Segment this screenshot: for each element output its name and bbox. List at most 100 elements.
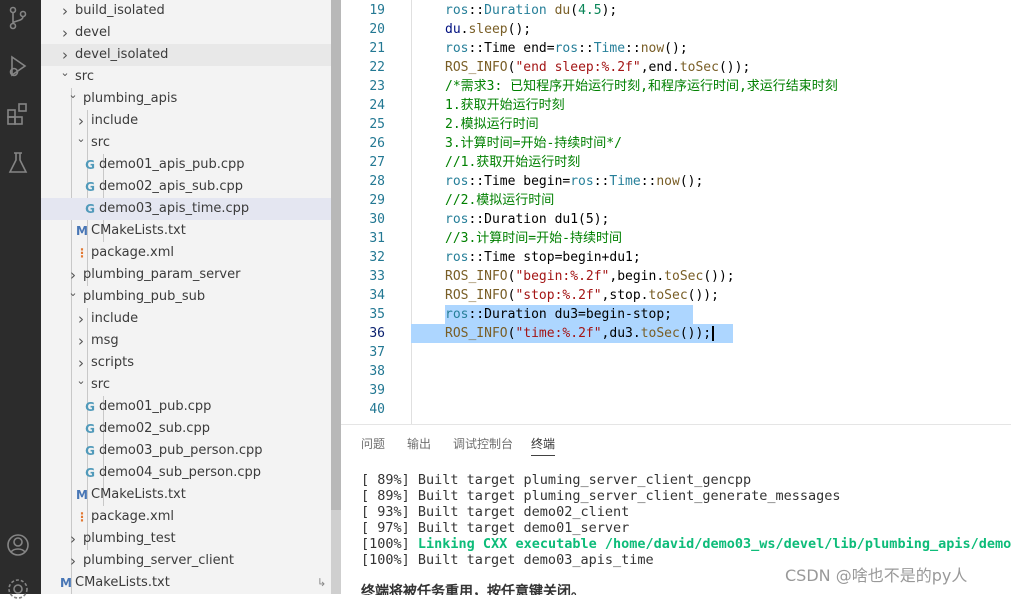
explorer-folder-row[interactable]: ⌄ plumbing_apis: [41, 88, 341, 110]
explorer-item-label: demo02_apis_sub.cpp: [99, 179, 244, 194]
explorer-folder-row[interactable]: › devel_isolated: [41, 44, 341, 66]
sidebar-scrollbar-thumb[interactable]: [331, 0, 341, 510]
explorer-folder-row[interactable]: › include: [41, 308, 341, 330]
code-token: (: [570, 3, 579, 18]
code-token: ::Time begin=: [468, 174, 571, 189]
explorer-folder-row[interactable]: › msg: [41, 330, 341, 352]
panel-tab[interactable]: 输出: [407, 433, 431, 455]
code-line[interactable]: 28 ros::Time begin=ros::Time::now();: [341, 172, 1011, 191]
code-text: ROS_INFO("stop:%.2f",stop.toSec());: [445, 286, 719, 305]
code-line[interactable]: 22 ROS_INFO("end sleep:%.2f",end.toSec())…: [341, 58, 1011, 77]
code-text: /*需求3: 已知程序开始运行时刻,和程序运行时间,求运行结束时刻: [445, 77, 838, 96]
code-token: "end sleep:%.2f": [515, 60, 641, 75]
code-editor[interactable]: 19 ros::Duration du(4.5); 20 du.sleep(); 21 r…: [341, 0, 1011, 424]
chevron-down-icon[interactable]: ⌄: [67, 84, 79, 106]
explorer-folder-row[interactable]: › plumbing_test: [41, 528, 341, 550]
code-line[interactable]: 21 ros::Time end=ros::Time::now();: [341, 39, 1011, 58]
code-line[interactable]: 29 //2.模拟运行时间: [341, 191, 1011, 210]
code-token: ros: [445, 307, 469, 322]
account-icon[interactable]: [5, 532, 31, 558]
code-token: Time: [609, 174, 641, 189]
code-text: ros::Duration du(4.5);: [445, 1, 617, 20]
explorer-folder-row[interactable]: › devel: [41, 22, 341, 44]
settings-icon[interactable]: [5, 576, 31, 602]
explorer-folder-row[interactable]: ⌄ src: [41, 374, 341, 396]
code-line[interactable]: 33 ROS_INFO("begin:%.2f",begin.toSec());: [341, 267, 1011, 286]
code-token: /*需求3: 已知程序开始运行时刻,和程序运行时间,求运行结束时刻: [445, 79, 838, 94]
explorer-item-label: src: [91, 135, 110, 150]
explorer-file-row[interactable]: Gdemo01_apis_pub.cpp: [41, 154, 341, 176]
explorer-file-row[interactable]: Gdemo03_pub_person.cpp: [41, 440, 341, 462]
explorer-file-row[interactable]: M CMakeLists.txt: [41, 220, 341, 242]
chevron-right-icon[interactable]: ›: [59, 0, 71, 22]
line-number: 37: [369, 345, 385, 360]
chevron-right-icon[interactable]: ›: [67, 528, 79, 550]
chevron-right-icon[interactable]: ›: [75, 308, 87, 330]
code-text: ros::Time end=ros::Time::now();: [445, 39, 688, 58]
code-token: ());: [703, 269, 735, 284]
source-control-icon[interactable]: [5, 5, 31, 31]
chevron-down-icon[interactable]: ⌄: [75, 128, 87, 150]
explorer-folder-row[interactable]: › plumbing_server_client: [41, 550, 341, 572]
chevron-down-icon[interactable]: ⌄: [67, 282, 79, 304]
cpp-file-icon: G: [85, 180, 95, 194]
explorer-folder-row[interactable]: ⌄ src: [41, 132, 341, 154]
code-line[interactable]: 37: [341, 343, 1011, 362]
explorer-item-label: demo02_sub.cpp: [99, 421, 210, 436]
text-cursor: [712, 326, 715, 341]
code-line[interactable]: 25 2.模拟运行时间: [341, 115, 1011, 134]
code-token: ROS_INFO: [445, 269, 508, 284]
explorer-folder-row[interactable]: ⌄ src: [41, 66, 341, 88]
code-line[interactable]: 27 //1.获取开始运行时刻: [341, 153, 1011, 172]
code-line[interactable]: 26 3.计算时间=开始-持续时间*/: [341, 134, 1011, 153]
terminal-text: [ 97%] Built target demo01_server: [361, 520, 630, 536]
code-line[interactable]: 40: [341, 400, 1011, 419]
run-debug-icon[interactable]: [5, 53, 31, 79]
chevron-down-icon[interactable]: ⌄: [75, 370, 87, 392]
code-token: sleep: [468, 22, 508, 37]
explorer-file-row[interactable]: Gdemo04_sub_person.cpp: [41, 462, 341, 484]
extensions-icon[interactable]: [5, 101, 31, 127]
explorer-folder-row[interactable]: › build_isolated: [41, 0, 341, 22]
chevron-right-icon[interactable]: ›: [59, 22, 71, 44]
code-line[interactable]: 23 /*需求3: 已知程序开始运行时刻,和程序运行时间,求运行结束时刻: [341, 77, 1011, 96]
panel-tab[interactable]: 终端: [531, 433, 556, 456]
code-text: //2.模拟运行时间: [445, 191, 554, 210]
code-token: ROS_INFO: [445, 60, 508, 75]
code-token: ros: [445, 250, 469, 265]
terminal-progress: [100%]: [361, 536, 418, 552]
explorer-folder-row[interactable]: ⌄ plumbing_pub_sub: [41, 286, 341, 308]
code-line[interactable]: 31 //3.计算时间=开始-持续时间: [341, 229, 1011, 248]
explorer-file-row[interactable]: Gdemo01_pub.cpp: [41, 396, 341, 418]
code-line[interactable]: 30 ros::Duration du1(5);: [341, 210, 1011, 229]
code-token: ::Duration du3=begin-stop;: [468, 307, 672, 322]
explorer-folder-row[interactable]: › plumbing_param_server: [41, 264, 341, 286]
chevron-right-icon[interactable]: ›: [75, 330, 87, 352]
explorer-file-row[interactable]: ⋮ package.xml: [41, 506, 341, 528]
explorer-file-row[interactable]: Gdemo03_apis_time.cpp: [41, 198, 341, 220]
code-token: ,end.: [640, 60, 680, 75]
line-number: 29: [369, 193, 385, 208]
explorer-file-row[interactable]: M CMakeLists.txt: [41, 484, 341, 506]
code-line[interactable]: 19 ros::Duration du(4.5);: [341, 1, 1011, 20]
explorer-file-row[interactable]: ⋮ package.xml: [41, 242, 341, 264]
chevron-down-icon[interactable]: ⌄: [59, 62, 71, 84]
code-line[interactable]: 32 ros::Time stop=begin+du1;: [341, 248, 1011, 267]
code-line[interactable]: 39: [341, 381, 1011, 400]
testing-icon[interactable]: [5, 150, 31, 176]
code-line[interactable]: 34 ROS_INFO("stop:%.2f",stop.toSec());: [341, 286, 1011, 305]
explorer-file-row[interactable]: Gdemo02_sub.cpp: [41, 418, 341, 440]
code-line[interactable]: 35 ros::Duration du3=begin-stop;: [341, 305, 1011, 324]
code-text: ros::Time stop=begin+du1;: [445, 248, 641, 267]
panel-tab[interactable]: 调试控制台: [453, 433, 513, 455]
code-line[interactable]: 36 ROS_INFO("time:%.2f",du3.toSec());: [341, 324, 1011, 343]
explorer-file-row[interactable]: Gdemo02_apis_sub.cpp: [41, 176, 341, 198]
chevron-right-icon[interactable]: ›: [67, 550, 79, 572]
explorer-item-label: plumbing_pub_sub: [83, 289, 206, 304]
code-line[interactable]: 24 1.获取开始运行时刻: [341, 96, 1011, 115]
panel-tab[interactable]: 问题: [361, 433, 385, 455]
cmake-file-icon: M: [60, 576, 72, 590]
explorer-file-row[interactable]: M CMakeLists.txt ↳: [41, 572, 341, 594]
code-line[interactable]: 38: [341, 362, 1011, 381]
code-line[interactable]: 20 du.sleep();: [341, 20, 1011, 39]
